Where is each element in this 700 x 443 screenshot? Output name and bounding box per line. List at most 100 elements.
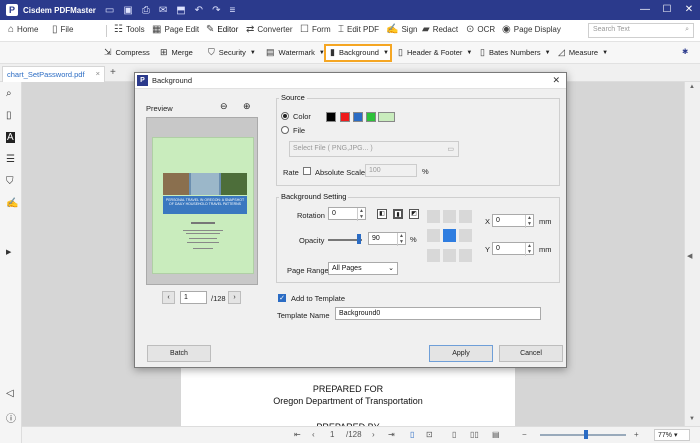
- share-icon[interactable]: ⬒: [176, 5, 185, 16]
- speaker-icon[interactable]: ◁: [6, 388, 14, 399]
- swatch-blue[interactable]: [353, 112, 363, 122]
- single-page-view-icon[interactable]: ▯: [410, 430, 414, 439]
- minimize-button[interactable]: —: [634, 0, 656, 20]
- template-name-field[interactable]: Background0: [335, 307, 541, 320]
- opacity-slider-handle[interactable]: [356, 234, 361, 244]
- header-footer-button[interactable]: ▯ Header & Footer ▼: [398, 47, 472, 58]
- info-icon[interactable]: ⓘ: [6, 410, 16, 425]
- x-offset-field[interactable]: 0 ▲ ▼: [492, 214, 534, 228]
- zoom-out-icon[interactable]: ⊖: [220, 101, 228, 112]
- background-button[interactable]: ▮ Background ▼: [330, 47, 389, 58]
- next-page-button[interactable]: ›: [228, 291, 241, 304]
- folder-icon[interactable]: ▭: [105, 5, 114, 16]
- new-tab-button[interactable]: +: [110, 67, 116, 78]
- swatch-green[interactable]: [366, 112, 376, 122]
- y-spinner[interactable]: ▲ ▼: [525, 243, 533, 256]
- mail-icon[interactable]: ✉: [159, 5, 167, 16]
- next-page-icon[interactable]: ›: [372, 430, 375, 439]
- expand-sidebar-icon[interactable]: ▶: [6, 248, 11, 256]
- vertical-scrollbar[interactable]: ▲ ◀ ▼: [684, 82, 700, 426]
- bates-numbers-button[interactable]: ▯ Bates Numbers ▼: [480, 47, 551, 58]
- position-center[interactable]: [443, 229, 456, 242]
- zoom-select[interactable]: 77% ▾: [654, 429, 690, 441]
- text-icon[interactable]: A: [6, 132, 15, 143]
- zoom-in-icon[interactable]: +: [634, 430, 639, 439]
- maximize-button[interactable]: ☐: [656, 0, 678, 20]
- current-page-field[interactable]: 1: [330, 430, 334, 439]
- tile-mode-icon[interactable]: ◩: [409, 209, 419, 219]
- redo-icon[interactable]: ↷: [212, 5, 220, 16]
- sign-button[interactable]: ✍ Sign: [386, 24, 417, 35]
- pin-icon[interactable]: ✱: [682, 47, 688, 56]
- last-page-icon[interactable]: ⇥: [388, 430, 395, 439]
- zoom-slider[interactable]: [540, 434, 626, 436]
- scroll-down-icon[interactable]: ▼: [689, 416, 695, 422]
- position-top-left[interactable]: [427, 210, 440, 223]
- tab-document[interactable]: chart_SetPassword.pdf ×: [2, 66, 105, 82]
- close-dialog-icon[interactable]: ✕: [552, 75, 560, 86]
- add-to-template-checkbox[interactable]: ✓: [278, 294, 286, 302]
- search-input[interactable]: Search Text ⌕: [588, 23, 694, 38]
- swatch-black[interactable]: [326, 112, 336, 122]
- editor-tab[interactable]: ✎ Editor: [206, 24, 238, 35]
- apply-button[interactable]: Apply: [429, 345, 493, 362]
- two-page-view-icon[interactable]: ▯▯: [470, 430, 479, 439]
- zoom-out-icon[interactable]: −: [522, 430, 527, 439]
- color-radio[interactable]: [281, 112, 289, 120]
- opacity-field[interactable]: 90 ▲ ▼: [368, 232, 406, 246]
- file-button[interactable]: ▯ File: [52, 24, 73, 35]
- tools-button[interactable]: ☷ Tools: [114, 24, 145, 35]
- page-display-button[interactable]: ◉ Page Display: [502, 24, 561, 35]
- home-button[interactable]: ⌂ Home: [8, 24, 38, 35]
- rotation-spinner[interactable]: ▲ ▼: [357, 208, 365, 221]
- preview-page-field[interactable]: 1: [180, 291, 207, 304]
- zoom-slider-handle[interactable]: [584, 430, 588, 439]
- security-button[interactable]: ⛉ Security ▼: [208, 47, 256, 58]
- fit-mode-icon[interactable]: ◧: [377, 209, 387, 219]
- search-icon[interactable]: ⌕: [6, 88, 12, 99]
- zoom-in-icon[interactable]: ⊕: [243, 101, 251, 112]
- file-radio[interactable]: [281, 126, 289, 134]
- bookmark-icon[interactable]: ⛉: [6, 176, 14, 187]
- close-window-button[interactable]: ✕: [678, 0, 700, 20]
- edit-pdf-button[interactable]: ⌶ Edit PDF: [338, 24, 379, 35]
- close-tab-icon[interactable]: ×: [96, 69, 100, 78]
- fit-page-icon[interactable]: ⊡: [426, 430, 433, 439]
- swatch-red[interactable]: [340, 112, 350, 122]
- page-thumbnail-icon[interactable]: ▯: [6, 110, 12, 121]
- position-top-center[interactable]: [443, 210, 456, 223]
- center-mode-icon[interactable]: ▮: [393, 209, 403, 219]
- position-bottom-center[interactable]: [443, 249, 456, 262]
- form-button[interactable]: ☐ Form: [300, 24, 331, 35]
- scroll-view-icon[interactable]: ▤: [492, 430, 500, 439]
- position-bottom-right[interactable]: [459, 249, 472, 262]
- position-middle-right[interactable]: [459, 229, 472, 242]
- watermark-button[interactable]: ▤ Watermark ▼: [266, 47, 325, 58]
- position-bottom-left[interactable]: [427, 249, 440, 262]
- page-view-icon[interactable]: ▯: [452, 430, 456, 439]
- converter-button[interactable]: ⇄ Converter: [246, 24, 293, 35]
- page-range-select[interactable]: All Pages ⌄: [328, 262, 398, 275]
- y-offset-field[interactable]: 0 ▲ ▼: [492, 242, 534, 256]
- prev-page-button[interactable]: ‹: [162, 291, 175, 304]
- list-icon[interactable]: ☰: [6, 154, 15, 165]
- compress-button[interactable]: ⇲ Compress: [104, 47, 150, 58]
- measure-button[interactable]: ◿ Measure ▼: [558, 47, 608, 58]
- collapse-panel-icon[interactable]: ◀: [687, 252, 692, 260]
- cancel-button[interactable]: Cancel: [499, 345, 563, 362]
- signature-icon[interactable]: ✍: [6, 198, 18, 209]
- rotation-field[interactable]: 0 ▲ ▼: [328, 207, 366, 221]
- undo-icon[interactable]: ↶: [195, 5, 203, 16]
- swatch-light-green[interactable]: [378, 112, 395, 122]
- ocr-button[interactable]: ⊙ OCR: [466, 24, 495, 35]
- merge-button[interactable]: ⊞ Merge: [160, 47, 193, 58]
- batch-button[interactable]: Batch: [147, 345, 211, 362]
- scroll-up-icon[interactable]: ▲: [689, 84, 695, 90]
- opacity-spinner[interactable]: ▲ ▼: [397, 233, 405, 246]
- page-edit-button[interactable]: ▦ Page Edit: [152, 24, 199, 35]
- save-icon[interactable]: ▣: [123, 5, 132, 16]
- prev-page-icon[interactable]: ‹: [312, 430, 315, 439]
- print-icon[interactable]: ⎙: [142, 5, 150, 16]
- first-page-icon[interactable]: ⇤: [294, 430, 301, 439]
- x-spinner[interactable]: ▲ ▼: [525, 215, 533, 228]
